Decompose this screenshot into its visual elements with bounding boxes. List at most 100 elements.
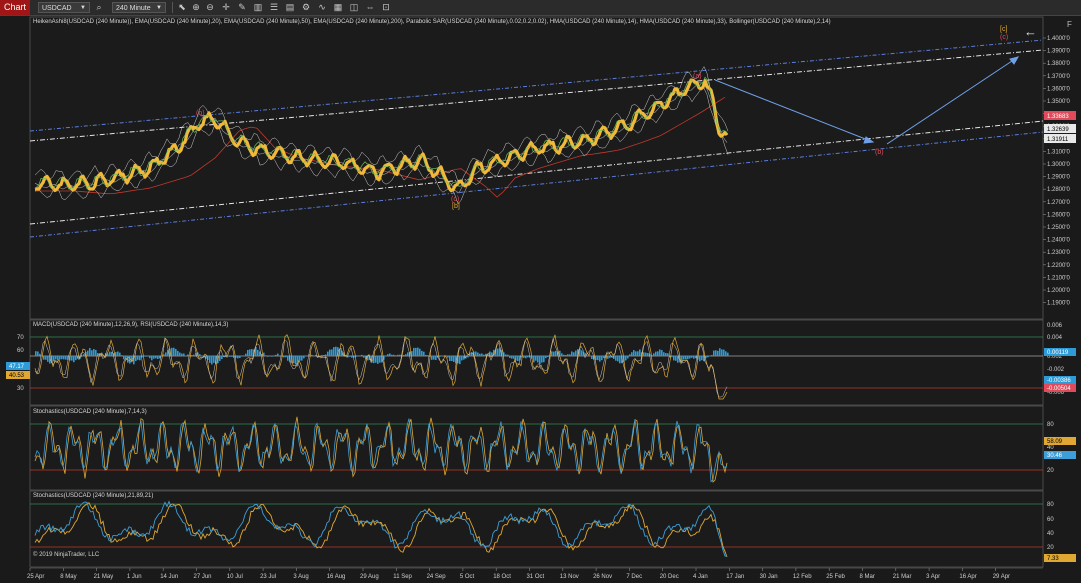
macd-bar [285,356,287,358]
macd-bar [221,356,223,360]
interval-selector[interactable]: 240 Minute ▼ [112,2,166,13]
macd-bar [477,352,479,356]
tag-text: -0.00386 [1047,378,1071,384]
macd-bar [119,352,121,356]
macd-bar [691,356,693,358]
date-axis-label: 24 Sep [427,574,447,580]
strategy-icon[interactable]: ⚙ [300,1,312,14]
macd-bar [321,355,323,356]
toolbar-divider [172,2,173,13]
macd-panel-title: MACD(USDCAD (240 Minute),12,26,9), RSI(U… [33,322,229,328]
macd-bar [571,351,573,356]
macd-axis-label: -0.002 [1047,367,1065,373]
price-axis-label: 1.2800'0 [1047,187,1070,193]
macd-bar [137,356,139,360]
macd-bar [433,356,435,360]
macd-bar [75,356,77,361]
date-axis-label: 27 Jun [194,574,212,580]
wave-label-c-bottom: (c) [451,196,459,203]
date-axis-label: 17 Jan [726,574,744,580]
macd-right-tag-1: 0.00119 [1044,348,1076,356]
template-icon[interactable]: ▤ [284,1,296,14]
date-axis-label: 8 May [60,574,76,580]
crosshair-icon[interactable]: ✛ [220,1,232,14]
bar-style-icon[interactable]: ▥ [252,1,264,14]
interval-value: 240 Minute [116,5,151,12]
rsi-axis-label: 70 [17,335,24,341]
macd-bar [245,353,247,356]
wave-label-c-projection: (c) [1000,34,1008,41]
tag-text: 7.33 [1047,556,1059,562]
macd-bar [425,354,427,356]
price-tag-text: 1.32639 [1047,127,1069,133]
macd-bar [563,354,565,356]
stoch2-right-labels: 80 60 40 20 [1047,502,1054,551]
macd-bar [435,356,437,360]
macd-bar [591,356,593,359]
price-axis-label: 1.3600'0 [1047,86,1070,92]
macd-bar [127,356,129,363]
search-icon[interactable]: ⌕ [93,1,105,14]
date-axis-label: 5 Oct [460,574,475,580]
chevron-down-icon: ▼ [156,5,162,11]
macd-bar [547,356,549,358]
macd-bar [721,349,723,356]
macd-right-tag-3: -0.00504 [1044,384,1076,392]
lock-icon[interactable]: ⊡ [380,1,392,14]
f-label[interactable]: F [1067,20,1072,29]
price-axis-label: 1.2000'0 [1047,288,1070,294]
macd-bar [57,356,59,361]
macd-bar [449,356,451,361]
macd-bar [717,350,719,356]
macd-bar [483,354,485,356]
instrument-selector[interactable]: USDCAD ▼ [38,2,90,13]
macd-bar [671,356,673,358]
draw-icon[interactable]: ✎ [236,1,248,14]
macd-bar [619,356,621,364]
date-axis-label: 4 Jan [693,574,708,580]
macd-bar [403,354,405,356]
macd-bar [599,356,601,362]
chart-area[interactable]: 1.4000'0 1.3900'0 1.3800'0 1.3700'0 1.3600'0… [0,16,1081,583]
price-tag-text: 1.33683 [1047,114,1069,120]
chart-canvas[interactable]: 1.4000'0 1.3900'0 1.3800'0 1.3700'0 1.3600'0… [0,16,1081,583]
macd-bar [673,356,675,361]
pointer-icon[interactable]: ⬉ [176,1,188,14]
macd-bar [53,356,55,362]
macd-bar [249,349,251,356]
macd-axis-label: 0.006 [1047,323,1063,329]
indicator-icon[interactable]: ∿ [316,1,328,14]
zoom-in-icon[interactable]: ⊕ [190,1,202,14]
scroll-icon[interactable]: ⇔ [364,1,376,14]
snapshot-icon[interactable]: ◫ [348,1,360,14]
macd-bar [213,356,215,363]
macd-bar [43,356,45,360]
macd-bar [561,353,563,356]
macd-bar [523,356,525,358]
macd-bar [47,356,49,362]
macd-bar [625,356,627,361]
macd-bar [719,348,721,356]
chart-badge[interactable]: Chart [0,0,30,15]
macd-bar [39,353,41,356]
data-box-icon[interactable]: ▦ [332,1,344,14]
macd-bar [461,356,463,361]
date-axis-label: 12 Feb [793,574,812,580]
back-arrow-icon[interactable]: ← [1024,24,1037,39]
instrument-value: USDCAD [42,5,72,12]
macd-bar [135,356,137,362]
macd-bar [293,356,295,364]
macd-bar [87,350,89,356]
macd-bar [633,350,635,356]
macd-bar [505,354,507,356]
macd-bar [517,356,519,361]
macd-panel-frame [29,319,1044,406]
zoom-out-icon[interactable]: ⊖ [204,1,216,14]
macd-bar [89,348,91,356]
macd-bar [615,356,617,361]
macd-bar [157,356,159,359]
properties-icon[interactable]: ☰ [268,1,280,14]
date-axis-label: 7 Dec [626,574,642,580]
tag-text: 58.09 [1047,439,1063,445]
macd-bar [507,354,509,356]
